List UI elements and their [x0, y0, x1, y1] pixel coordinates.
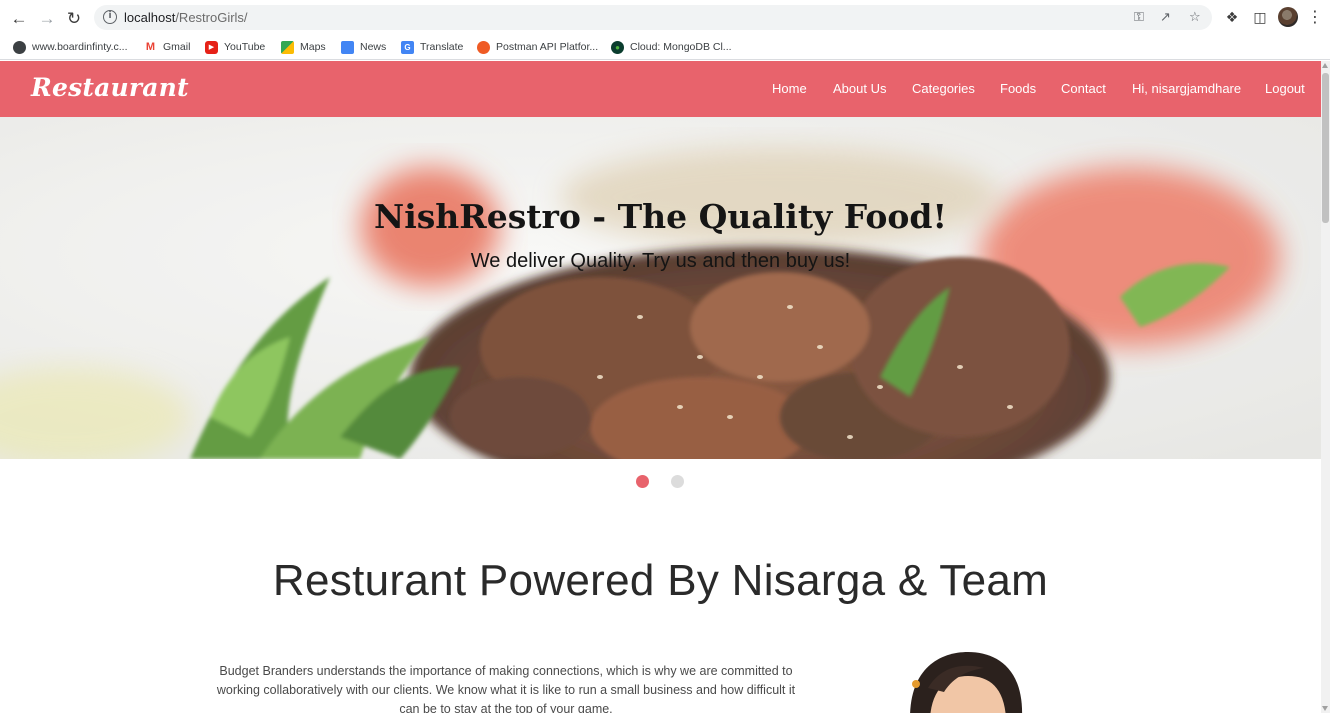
key-icon[interactable]: ⚿ [1134, 9, 1144, 25]
bookmark-label: Translate [420, 41, 464, 53]
bookmark-star-icon[interactable]: ☆ [1189, 9, 1201, 25]
maps-icon [281, 40, 294, 54]
translate-icon: G [401, 40, 414, 54]
site-navbar: Restaurant Home About Us Categories Food… [0, 61, 1321, 117]
side-panel-icon[interactable]: ◫ [1250, 7, 1270, 27]
bookmark-youtube[interactable]: ▶ YouTube [205, 39, 265, 55]
bookmark-label: News [360, 41, 387, 53]
hero-subtitle: We deliver Quality. Try us and then buy … [470, 250, 851, 272]
bookmarks-bar: www.boardinfinty.c... M Gmail ▶ YouTube … [0, 34, 1330, 60]
scrollbar-thumb[interactable] [1322, 73, 1329, 223]
forward-arrow-icon[interactable]: → [36, 7, 58, 29]
bookmark-news[interactable]: News [341, 39, 386, 55]
news-icon [341, 40, 354, 54]
browser-toolbar: ← → ↻ i localhost/RestroGirls/ ⚿ ↗ ☆ ❖ ◫… [0, 0, 1330, 34]
address-bar[interactable]: i localhost/RestroGirls/ ⚿ ↗ ☆ [94, 5, 1212, 30]
url-text[interactable]: localhost/RestroGirls/ [124, 10, 248, 25]
chrome-menu-icon[interactable]: ⋮ [1305, 7, 1325, 27]
bookmark-boardinfinity[interactable]: www.boardinfinty.c... [13, 39, 128, 55]
carousel-dot-1-active[interactable] [636, 475, 649, 488]
bookmark-label: Gmail [163, 41, 191, 53]
profile-avatar[interactable] [1278, 7, 1298, 27]
globe-icon [13, 40, 26, 54]
carousel-dot-2[interactable] [671, 475, 684, 488]
scroll-up-arrow-icon[interactable] [1322, 63, 1328, 68]
bookmark-postman[interactable]: Postman API Platfor... [477, 39, 598, 55]
nav-link-contact[interactable]: Contact [1061, 81, 1106, 96]
bookmark-gmail[interactable]: M Gmail [144, 39, 190, 55]
bookmark-mongodb[interactable]: ● Cloud: MongoDB Cl... [611, 39, 732, 55]
share-icon[interactable]: ↗ [1160, 9, 1171, 25]
bookmark-label: Maps [300, 41, 326, 53]
url-path: /RestroGirls/ [175, 10, 248, 25]
nav-link-foods[interactable]: Foods [1000, 81, 1036, 96]
nav-link-logout[interactable]: Logout [1265, 81, 1305, 96]
gmail-icon: M [144, 40, 157, 54]
bookmark-label: Cloud: MongoDB Cl... [630, 41, 732, 53]
postman-icon [477, 40, 490, 54]
youtube-icon: ▶ [205, 40, 218, 54]
hero-carousel: NishRestro - The Quality Food! We delive… [0, 117, 1321, 459]
team-avatar-illustration [910, 652, 1022, 713]
nav-link-home[interactable]: Home [772, 81, 807, 96]
site-info-icon[interactable]: i [103, 10, 117, 24]
scroll-down-arrow-icon[interactable] [1322, 706, 1328, 711]
mongodb-icon: ● [611, 40, 624, 54]
bookmark-label: YouTube [224, 41, 266, 53]
page-scrollbar[interactable] [1321, 61, 1330, 713]
nav-link-about-us[interactable]: About Us [833, 81, 886, 96]
nav-link-user-greeting[interactable]: Hi, nisargjamdhare [1132, 81, 1241, 96]
bookmark-maps[interactable]: Maps [281, 39, 326, 55]
extensions-puzzle-icon[interactable]: ❖ [1222, 7, 1242, 27]
reload-icon[interactable]: ↻ [63, 7, 85, 29]
nav-link-categories[interactable]: Categories [912, 81, 975, 96]
bookmark-translate[interactable]: G Translate [401, 39, 463, 55]
hero-food-image [0, 117, 1321, 459]
brand-logo[interactable]: Restaurant [31, 73, 189, 102]
hero-title: NishRestro - The Quality Food! [374, 197, 947, 236]
bookmark-label: www.boardinfinty.c... [32, 41, 128, 53]
back-arrow-icon[interactable]: ← [8, 7, 30, 29]
about-heading: Resturant Powered By Nisarga & Team [272, 556, 1049, 605]
bookmark-label: Postman API Platfor... [496, 41, 599, 53]
url-host: localhost [124, 10, 176, 25]
about-paragraph: Budget Branders understands the importan… [216, 664, 796, 713]
